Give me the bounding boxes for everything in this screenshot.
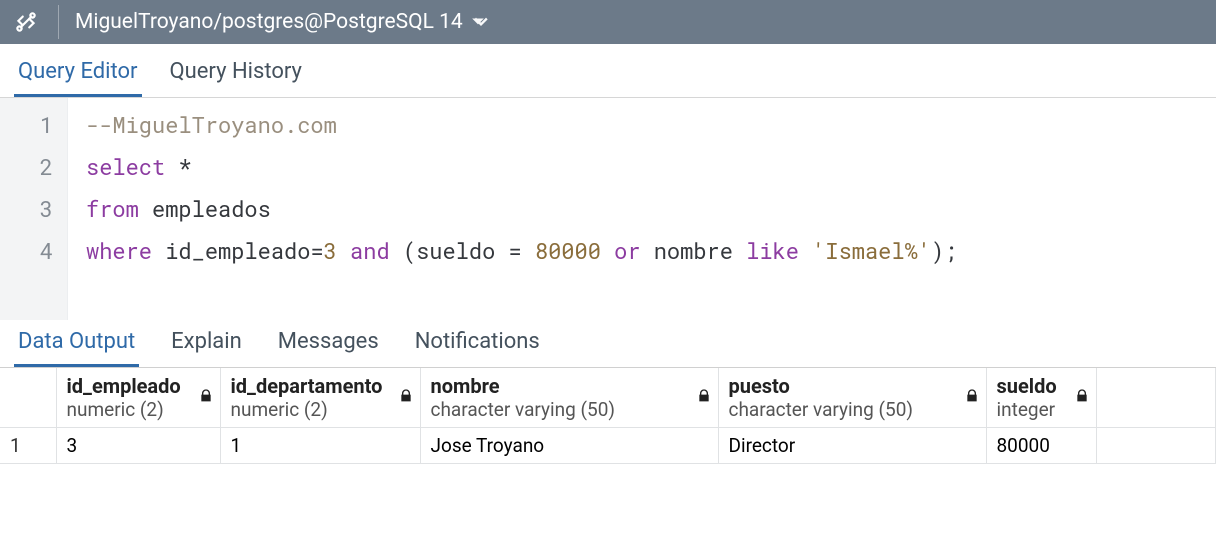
- cell[interactable]: Director: [718, 428, 986, 464]
- col-type: character varying (50): [431, 398, 708, 421]
- col-name: puesto: [729, 374, 976, 398]
- lock-icon: [696, 386, 712, 402]
- col-type: numeric (2): [67, 398, 210, 421]
- token-keyword: and: [337, 236, 403, 265]
- token-keyword: select: [86, 152, 165, 181]
- token: [799, 236, 812, 265]
- lock-icon: [398, 386, 414, 402]
- col-header[interactable]: puesto character varying (50): [718, 368, 986, 428]
- editor-tabs: Query Editor Query History: [0, 44, 1216, 98]
- line-number: 4: [0, 230, 53, 272]
- tab-messages[interactable]: Messages: [274, 319, 383, 367]
- col-header[interactable]: nombre character varying (50): [420, 368, 718, 428]
- connection-label: MiguelTroyano/postgres@PostgreSQL 14: [75, 10, 463, 34]
- token-keyword: like: [746, 236, 799, 265]
- col-name: sueldo: [997, 374, 1086, 398]
- col-name: nombre: [431, 374, 708, 398]
- line-number: 2: [0, 146, 53, 188]
- code-area[interactable]: --MiguelTroyano.com select * from emplea…: [68, 98, 957, 320]
- col-name: id_empleado: [67, 374, 210, 398]
- line-number: 1: [0, 104, 53, 146]
- col-type: character varying (50): [729, 398, 976, 421]
- col-header[interactable]: sueldo integer: [986, 368, 1096, 428]
- token: );: [931, 236, 957, 265]
- tab-explain[interactable]: Explain: [167, 319, 246, 367]
- chevron-down-icon: [471, 13, 489, 31]
- tab-query-editor[interactable]: Query Editor: [14, 49, 142, 97]
- header-row: id_empleado numeric (2) id_departamento …: [0, 368, 1216, 428]
- col-header-empty: [1096, 368, 1216, 428]
- token: nombre: [654, 236, 746, 265]
- cell[interactable]: 1: [220, 428, 420, 464]
- token: (sueldo =: [403, 236, 535, 265]
- table-row[interactable]: 1 3 1 Jose Troyano Director 80000: [0, 428, 1216, 464]
- titlebar: MiguelTroyano/postgres@PostgreSQL 14: [0, 0, 1216, 44]
- plug-icon: [10, 6, 42, 38]
- token: empleados: [139, 194, 271, 223]
- lock-icon: [1074, 386, 1090, 402]
- connection-dropdown[interactable]: MiguelTroyano/postgres@PostgreSQL 14: [75, 10, 488, 34]
- token-keyword: or: [601, 236, 654, 265]
- token-keyword: where: [86, 236, 152, 265]
- lock-icon: [964, 386, 980, 402]
- tab-data-output[interactable]: Data Output: [14, 319, 139, 367]
- cell[interactable]: 80000: [986, 428, 1096, 464]
- token-string: 'Ismael%': [812, 236, 931, 265]
- query-editor[interactable]: 1 2 3 4 --MiguelTroyano.com select * fro…: [0, 98, 1216, 320]
- row-number[interactable]: 1: [0, 428, 56, 464]
- tab-notifications[interactable]: Notifications: [411, 319, 544, 367]
- cell[interactable]: 3: [56, 428, 220, 464]
- tab-query-history[interactable]: Query History: [166, 49, 306, 97]
- col-type: integer: [997, 398, 1086, 421]
- result-grid[interactable]: id_empleado numeric (2) id_departamento …: [0, 368, 1216, 464]
- col-header[interactable]: id_departamento numeric (2): [220, 368, 420, 428]
- col-header[interactable]: id_empleado numeric (2): [56, 368, 220, 428]
- select-all-corner[interactable]: [0, 368, 56, 428]
- cell[interactable]: Jose Troyano: [420, 428, 718, 464]
- token-keyword: from: [86, 194, 139, 223]
- line-gutter: 1 2 3 4: [0, 98, 68, 320]
- result-tabs: Data Output Explain Messages Notificatio…: [0, 320, 1216, 368]
- col-type: numeric (2): [231, 398, 410, 421]
- token: id_empleado=: [152, 236, 324, 265]
- line-number: 3: [0, 188, 53, 230]
- lock-icon: [198, 386, 214, 402]
- cell-empty: [1096, 428, 1216, 464]
- token-number: 3: [324, 236, 337, 265]
- col-name: id_departamento: [231, 374, 410, 398]
- token-number: 80000: [535, 236, 601, 265]
- token: *: [165, 152, 191, 181]
- separator: [58, 5, 59, 39]
- token-comment: --MiguelTroyano.com: [86, 110, 337, 139]
